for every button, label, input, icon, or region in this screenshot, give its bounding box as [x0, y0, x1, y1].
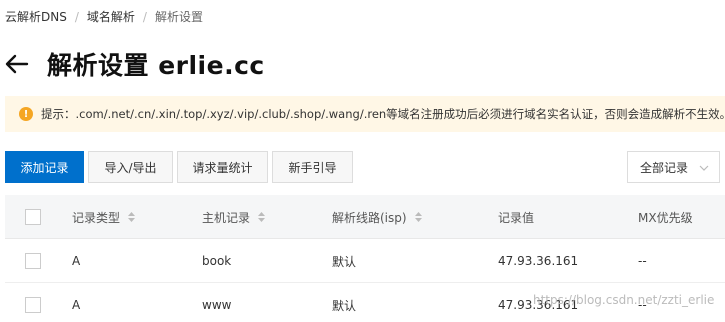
cell-type: A — [72, 254, 81, 268]
breadcrumb: 云解析DNS / 域名解析 / 解析设置 — [5, 8, 203, 25]
breadcrumb-separator: / — [142, 9, 147, 24]
column-header-mx: MX优先级 — [638, 210, 693, 225]
notice-text: 提示：.com/.net/.cn/.xin/.top/.xyz/.vip/.cl… — [41, 107, 725, 121]
table-header: 记录类型 主机记录 解析线路(isp) 记录值 MX优先级 — [5, 195, 725, 239]
sort-icon[interactable] — [128, 212, 136, 222]
breadcrumb-item-domain[interactable]: 域名解析 — [87, 8, 135, 25]
request-stats-button[interactable]: 请求量统计 — [177, 151, 268, 183]
row-checkbox[interactable] — [25, 297, 41, 313]
title-row: 解析设置 erlie.cc — [5, 44, 265, 84]
info-icon: ! — [19, 107, 33, 121]
cell-host: www — [202, 298, 232, 312]
record-filter-label: 全部记录 — [640, 160, 689, 175]
cell-mx: -- — [638, 254, 647, 268]
breadcrumb-item-current: 解析设置 — [154, 10, 203, 24]
select-all-checkbox[interactable] — [25, 209, 41, 225]
toolbar: 添加记录 导入/导出 请求量统计 新手引导 全部记录 — [5, 151, 720, 183]
row-checkbox[interactable] — [25, 253, 41, 269]
record-filter-select[interactable]: 全部记录 — [627, 151, 720, 183]
chevron-down-icon — [699, 162, 709, 176]
sort-icon[interactable] — [414, 212, 422, 222]
column-header-line: 解析线路(isp) — [332, 210, 407, 225]
cell-type: A — [72, 298, 81, 312]
notice-banner: ! 提示：.com/.net/.cn/.xin/.top/.xyz/.vip/.… — [5, 96, 725, 132]
cell-line: 默认 — [332, 254, 357, 269]
table-row: A book 默认 47.93.36.161 -- — [5, 239, 725, 283]
page-title: 解析设置 erlie.cc — [47, 51, 265, 80]
cell-host: book — [202, 254, 232, 268]
column-header-host: 主机记录 — [202, 210, 251, 225]
cell-value: 47.93.36.161 — [498, 254, 579, 268]
arrow-left-icon[interactable] — [5, 51, 31, 77]
sort-icon[interactable] — [258, 212, 266, 222]
import-export-button[interactable]: 导入/导出 — [88, 151, 173, 183]
breadcrumb-separator: / — [74, 9, 79, 24]
breadcrumb-item-dns[interactable]: 云解析DNS — [5, 8, 67, 25]
add-record-button[interactable]: 添加记录 — [5, 151, 84, 183]
column-header-value: 记录值 — [498, 210, 535, 225]
cell-line: 默认 — [332, 298, 357, 313]
beginner-guide-button[interactable]: 新手引导 — [272, 151, 353, 183]
column-header-type: 记录类型 — [72, 210, 121, 225]
watermark: https://blog.csdn.net/zzti_erlie — [533, 293, 715, 307]
